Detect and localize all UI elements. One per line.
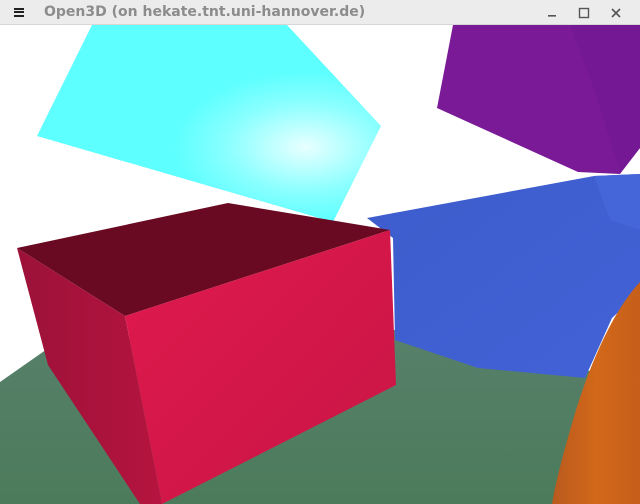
minimize-button[interactable] bbox=[536, 0, 568, 25]
maximize-button[interactable] bbox=[568, 0, 600, 25]
window-controls bbox=[536, 0, 632, 25]
maximize-icon bbox=[578, 7, 590, 18]
hamburger-menu-icon bbox=[14, 7, 24, 17]
open3d-window: Open3D (on hekate.tnt.uni-hannover.de) bbox=[0, 0, 640, 504]
close-button[interactable] bbox=[600, 0, 632, 25]
window-title: Open3D (on hekate.tnt.uni-hannover.de) bbox=[44, 4, 366, 20]
scene-canvas[interactable] bbox=[0, 25, 640, 504]
minimize-icon bbox=[548, 14, 556, 17]
3d-viewport[interactable] bbox=[0, 25, 640, 504]
close-icon bbox=[611, 7, 621, 18]
menu-button[interactable] bbox=[0, 0, 38, 25]
title-bar[interactable]: Open3D (on hekate.tnt.uni-hannover.de) bbox=[0, 0, 640, 25]
